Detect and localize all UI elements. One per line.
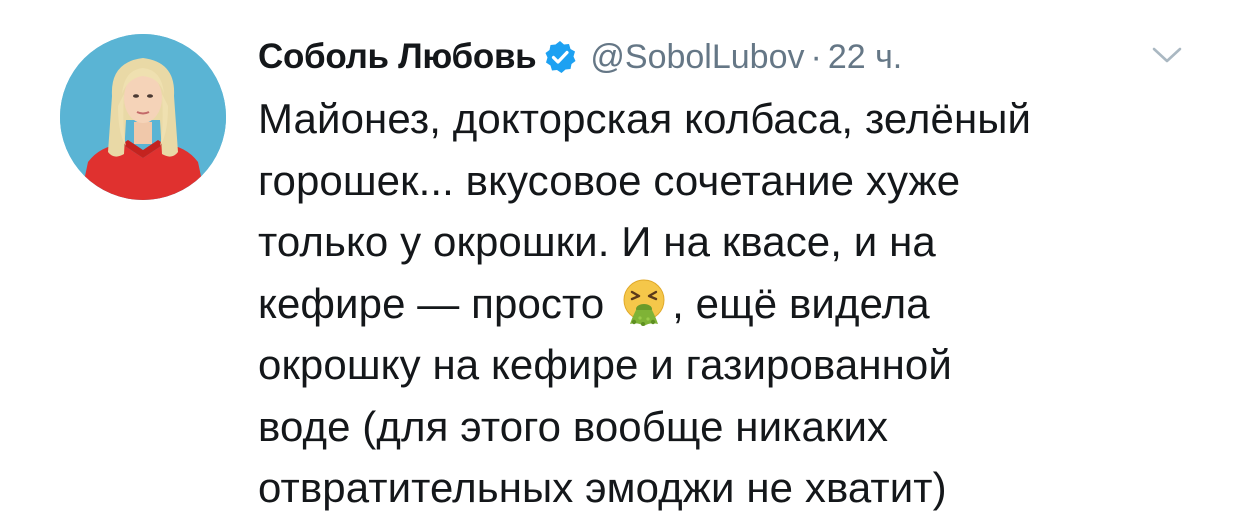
tweet-text-line: воде (для этого вообще никаких (258, 402, 889, 450)
separator-dot: · (810, 37, 822, 76)
tweet-text-line: окрошку на кефире и газированной (258, 341, 952, 388)
tweet-text-line: Майонез, докторская колбаса, зелёный (258, 95, 1032, 142)
tweet-text-line: только у окрошки. И на квасе, и на (258, 218, 936, 265)
avatar-photo (60, 34, 226, 200)
display-name[interactable]: Соболь Любовь (258, 37, 537, 77)
tweet-text-fragment: , ещё видела (672, 279, 930, 327)
tweet[interactable]: Соболь Любовь @SobolLubov · 22 ч. Майоне… (0, 0, 1241, 530)
tweet-text-line: отвратительных эмоджи не хватит) (258, 464, 947, 511)
tweet-header: Соболь Любовь @SobolLubov · 22 ч. (258, 32, 902, 82)
verified-badge-icon (545, 41, 576, 73)
tweet-text-line: горошек... вкусовое сочетание хуже (258, 156, 961, 204)
tweet-text-line-with-emoji: кефире — просто , ещё видела (258, 273, 1198, 335)
tweet-text-fragment: кефире — просто (258, 279, 605, 327)
vomiting-face-emoji (623, 279, 665, 326)
tweet-text: Майонез, докторская колбаса, зелёный гор… (258, 88, 1198, 519)
avatar[interactable] (60, 34, 226, 200)
author-handle[interactable]: @SobolLubov (590, 38, 804, 77)
chevron-down-icon[interactable] (1150, 44, 1184, 66)
tweet-timestamp[interactable]: 22 ч. (828, 38, 902, 77)
